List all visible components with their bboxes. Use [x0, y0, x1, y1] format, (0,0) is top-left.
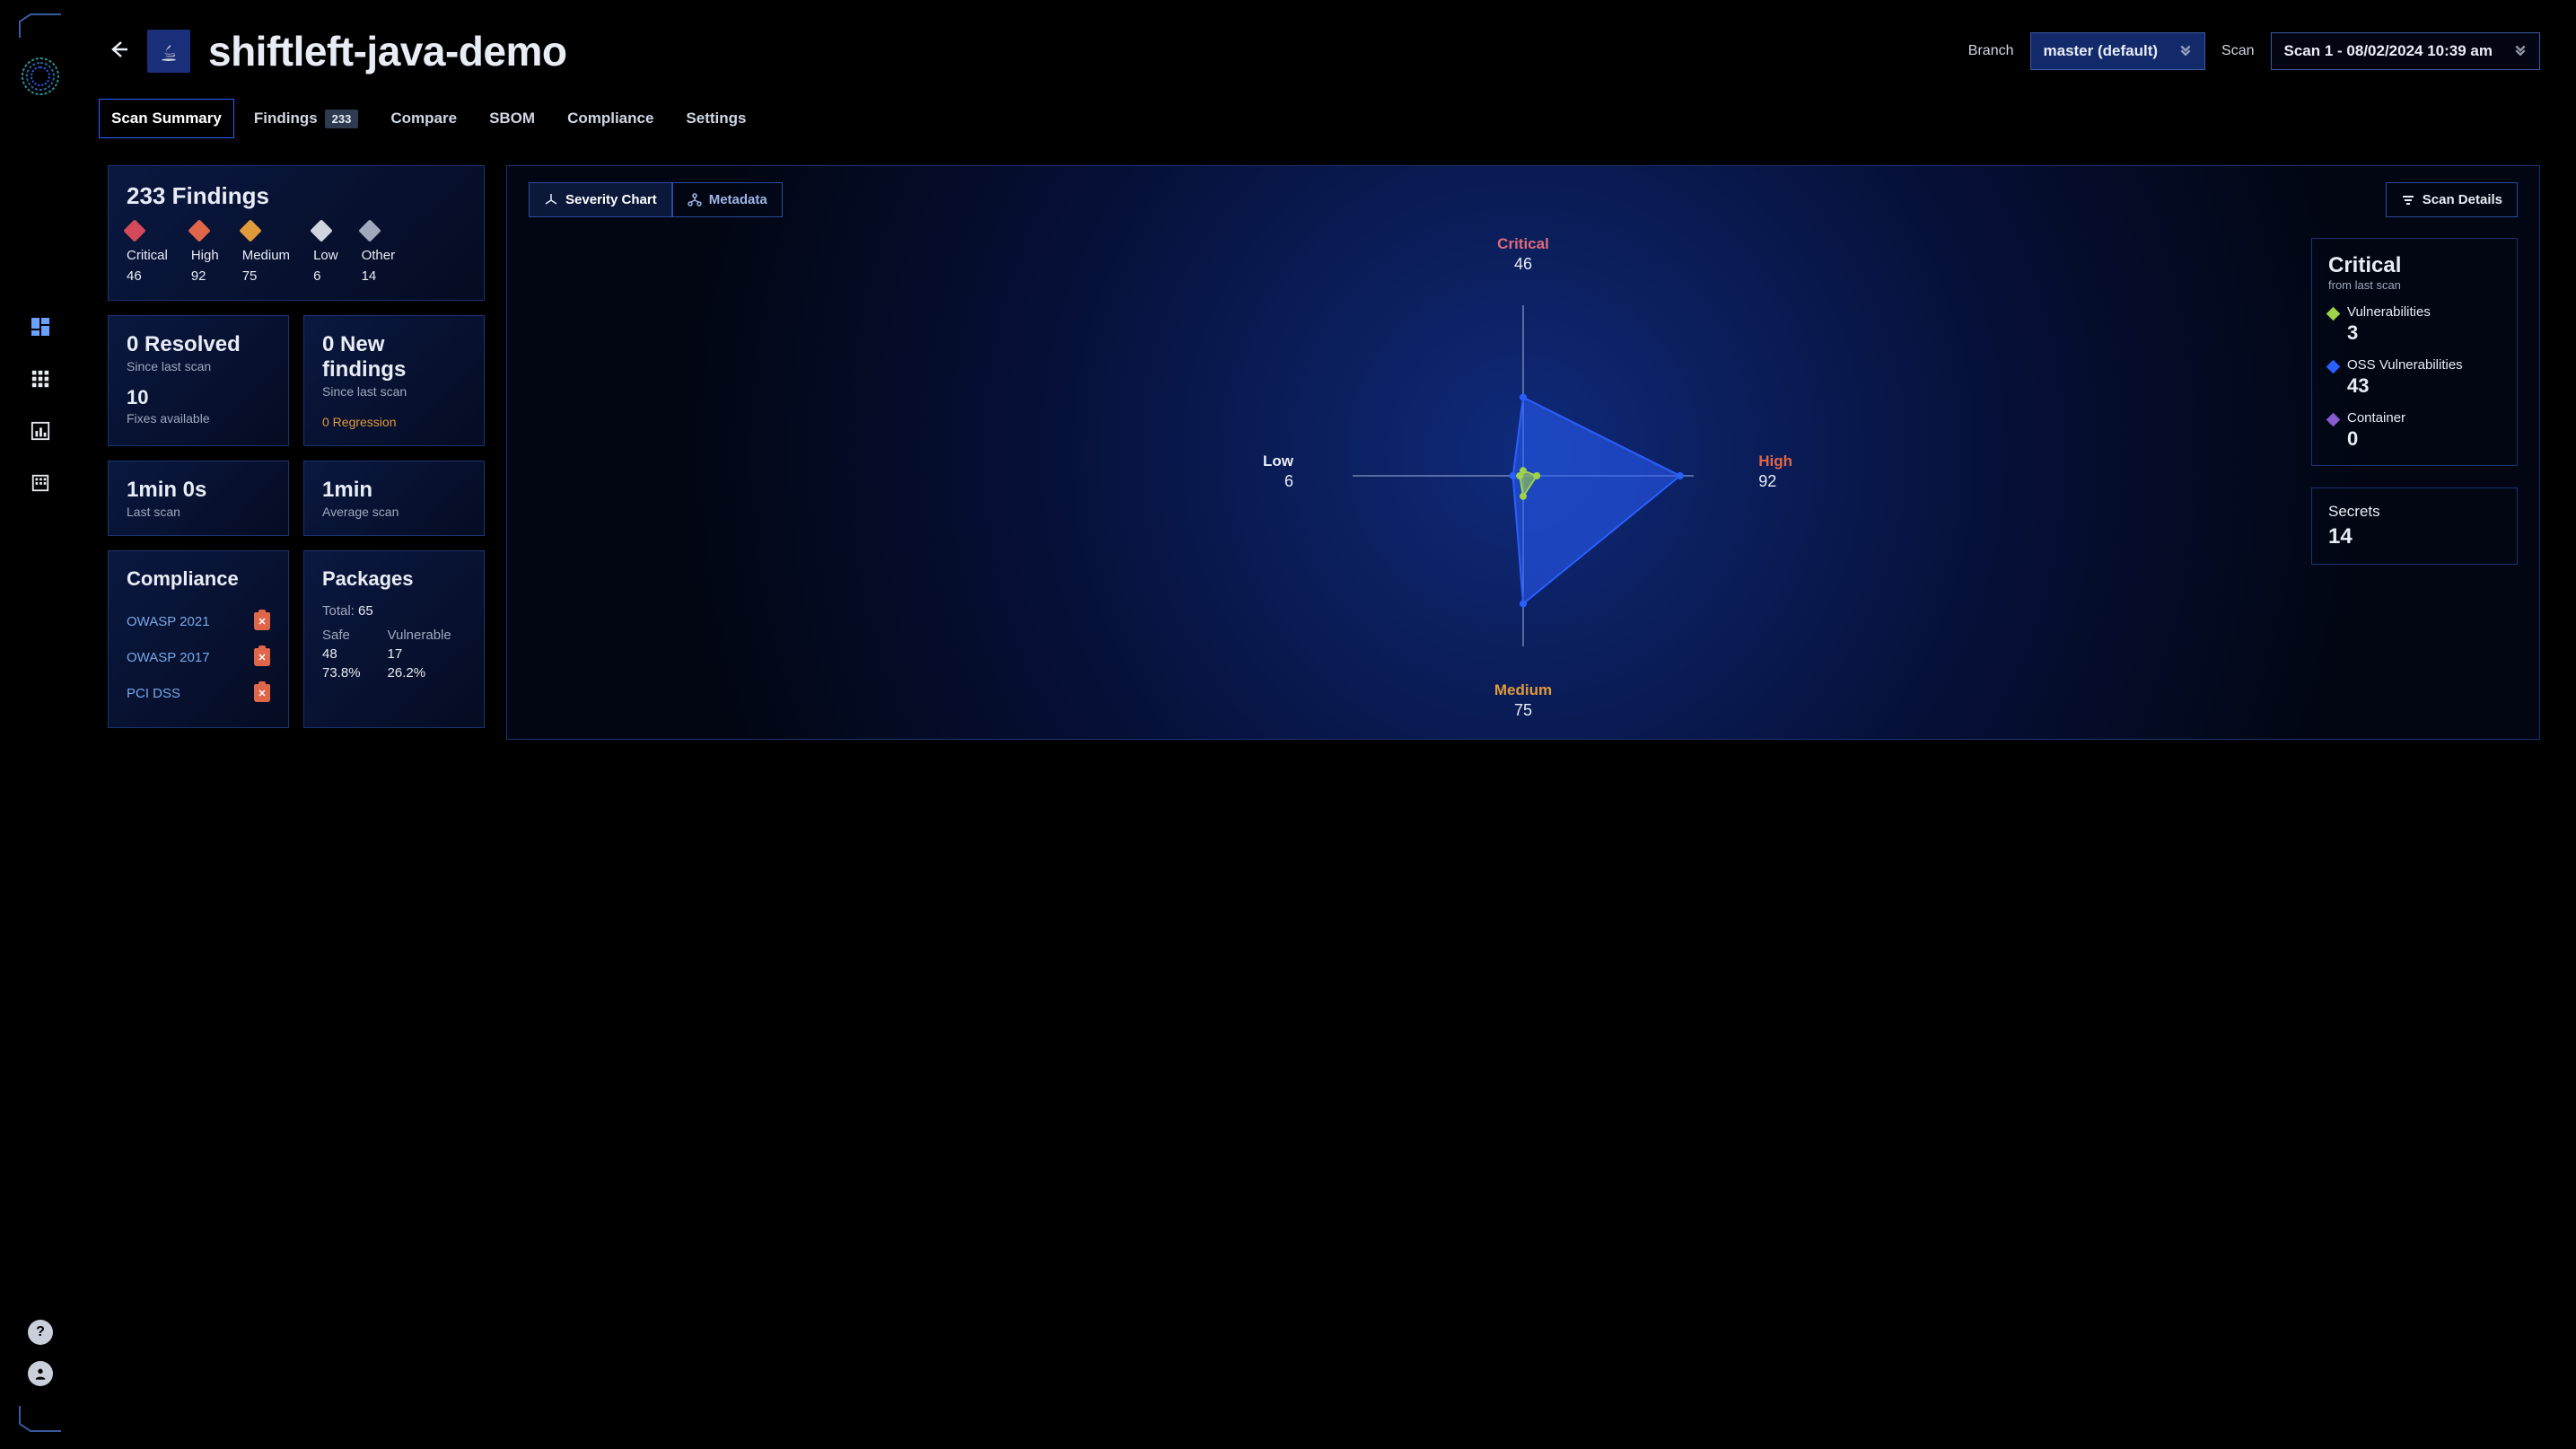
- critical-breakdown-card: Critical from last scan Vulnerabilities3…: [2311, 238, 2518, 466]
- chevron-down-icon: [2179, 42, 2192, 60]
- compliance-row: OWASP 2017 ✕: [127, 639, 270, 675]
- page-header: shiftleft-java-demo Branch master (defau…: [108, 27, 2540, 75]
- severity-diamond-icon: [358, 219, 381, 242]
- severity-item-other[interactable]: Other14: [362, 223, 396, 284]
- chart-panel: Severity Chart Metadata Scan Details: [506, 165, 2540, 740]
- critical-breakdown-row: Container0: [2328, 410, 2501, 451]
- category-diamond-icon: [2326, 360, 2341, 374]
- findings-count-badge: 233: [325, 110, 359, 128]
- branch-selector[interactable]: master (default): [2030, 32, 2206, 70]
- compliance-card: Compliance OWASP 2021 ✕OWASP 2017 ✕PCI D…: [108, 550, 289, 728]
- scan-details-button[interactable]: Scan Details: [2386, 182, 2518, 217]
- compliance-link[interactable]: OWASP 2021: [127, 614, 210, 629]
- radar-axis-label-high: High92: [1758, 452, 1792, 491]
- nav-building-icon[interactable]: [28, 470, 53, 496]
- compliance-link[interactable]: PCI DSS: [127, 686, 180, 701]
- severity-item-low[interactable]: Low6: [313, 223, 338, 284]
- severity-item-high[interactable]: High92: [191, 223, 219, 284]
- nav-chart-icon[interactable]: [28, 418, 53, 443]
- tab-metadata[interactable]: Metadata: [672, 182, 783, 217]
- nav-dashboard-icon[interactable]: [28, 314, 53, 339]
- last-scan-card: 1min 0s Last scan: [108, 461, 289, 536]
- back-button[interactable]: [108, 39, 129, 65]
- new-findings-card: 0 New findings Since last scan 0 Regress…: [303, 315, 485, 446]
- severity-item-medium[interactable]: Medium75: [242, 223, 290, 284]
- branch-label: Branch: [1968, 43, 2014, 59]
- tab-findings[interactable]: Findings233: [250, 101, 363, 136]
- severity-diamond-icon: [310, 219, 332, 242]
- compliance-fail-icon: ✕: [254, 684, 270, 702]
- project-language-icon: [147, 30, 190, 73]
- compliance-fail-icon: ✕: [254, 612, 270, 630]
- critical-breakdown-row: OSS Vulnerabilities43: [2328, 357, 2501, 398]
- user-account-button[interactable]: [28, 1361, 53, 1386]
- category-diamond-icon: [2326, 307, 2341, 321]
- tab-severity-chart[interactable]: Severity Chart: [529, 182, 672, 217]
- findings-summary-card: 233 Findings Critical46 High92 Medium75 …: [108, 165, 485, 301]
- tree-icon: [688, 193, 702, 207]
- category-diamond-icon: [2326, 413, 2341, 427]
- severity-diamond-icon: [188, 219, 210, 242]
- tab-scan-summary[interactable]: Scan Summary: [108, 101, 225, 136]
- decorative-corner-top: [18, 13, 63, 40]
- brand-logo: [18, 54, 63, 99]
- tab-compare[interactable]: Compare: [387, 101, 460, 136]
- packages-card: Packages Total: 65 Safe 48 73.8% Vulnera…: [303, 550, 485, 728]
- tab-compliance[interactable]: Compliance: [564, 101, 657, 136]
- radar-icon: [544, 193, 558, 207]
- avg-scan-card: 1min Average scan: [303, 461, 485, 536]
- nav-grid-icon[interactable]: [28, 366, 53, 391]
- left-nav-rail: ?: [0, 0, 81, 1449]
- severity-item-critical[interactable]: Critical46: [127, 223, 168, 284]
- secrets-card: Secrets 14: [2311, 487, 2518, 565]
- severity-radar-chart: Critical46 High92 Medium75 Low6: [1290, 242, 1757, 709]
- compliance-row: PCI DSS ✕: [127, 675, 270, 711]
- compliance-link[interactable]: OWASP 2017: [127, 650, 210, 665]
- resolved-card: 0 Resolved Since last scan 10 Fixes avai…: [108, 315, 289, 446]
- radar-axis-label-low: Low6: [1263, 452, 1293, 491]
- severity-diamond-icon: [123, 219, 145, 242]
- scan-label: Scan: [2221, 43, 2254, 59]
- tab-settings[interactable]: Settings: [682, 101, 749, 136]
- filter-icon: [2401, 193, 2415, 207]
- radar-axis-label-medium: Medium75: [1494, 681, 1552, 720]
- compliance-fail-icon: ✕: [254, 648, 270, 666]
- project-title: shiftleft-java-demo: [208, 27, 566, 75]
- severity-diamond-icon: [239, 219, 261, 242]
- scan-selector[interactable]: Scan 1 - 08/02/2024 10:39 am: [2271, 32, 2541, 70]
- chevron-down-icon: [2514, 42, 2527, 60]
- page-tabs: Scan Summary Findings233 Compare SBOM Co…: [108, 101, 2540, 136]
- radar-axis-label-critical: Critical46: [1497, 235, 1549, 274]
- findings-title: 233 Findings: [127, 182, 466, 210]
- compliance-row: OWASP 2021 ✕: [127, 603, 270, 639]
- critical-breakdown-row: Vulnerabilities3: [2328, 304, 2501, 345]
- decorative-corner-bottom: [18, 1404, 63, 1440]
- help-button[interactable]: ?: [28, 1320, 53, 1345]
- tab-sbom[interactable]: SBOM: [486, 101, 539, 136]
